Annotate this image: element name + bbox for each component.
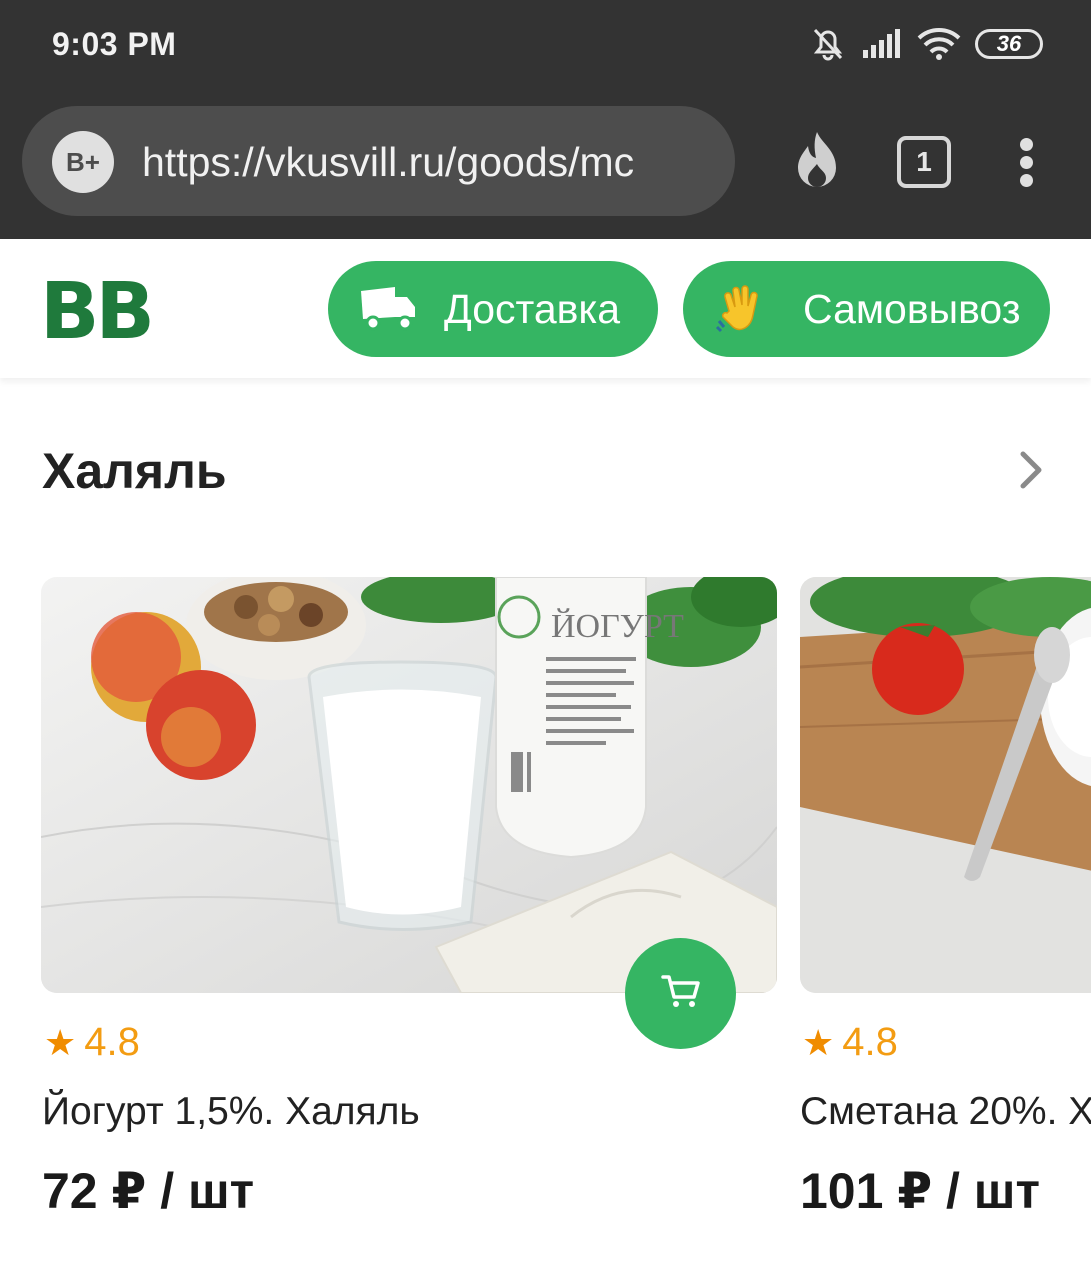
star-icon: ★ [802,1021,835,1063]
product-price: 101 ₽ / шт [800,1163,1040,1219]
mute-bell-icon [809,26,847,62]
product-price: 72 ₽ / шт [42,1163,255,1219]
cart-icon [660,973,701,1014]
add-to-cart-button[interactable] [625,938,736,1049]
section-title: Халяль [42,443,227,499]
site-header: BB Доставка Самовывоз [0,239,1091,378]
chevron-right-icon[interactable] [1018,450,1044,495]
battery-indicator: 36 [975,29,1043,59]
status-icons: 36 [809,26,1043,62]
delivery-label: Доставка [444,285,621,332]
delivery-truck-icon [358,279,418,339]
product-rating: ★ 4.8 [44,1020,140,1065]
url-text[interactable]: https://vkusvill.ru/goods/mc [142,136,697,188]
site-security-badge[interactable]: B+ [52,131,114,193]
product-image-sour-cream[interactable] [800,577,1091,993]
battery-level: 36 [996,31,1022,56]
product-rating: ★ 4.8 [802,1020,898,1065]
product-name[interactable]: Йогурт 1,5%. Халяль [42,1090,420,1134]
vkusvill-logo[interactable]: BB [40,273,155,351]
signal-icon [861,28,903,60]
rating-value: 4.8 [84,1020,140,1064]
delivery-button[interactable]: Доставка [328,261,658,357]
wifi-icon [917,27,961,61]
pickup-label: Самовывоз [803,285,1021,332]
star-icon: ★ [44,1021,77,1063]
rating-value: 4.8 [842,1020,898,1064]
product-name[interactable]: Сметана 20%. Х [800,1090,1091,1134]
more-menu-icon[interactable] [1020,138,1038,188]
address-bar[interactable]: B+ https://vkusvill.ru/goods/mc [22,106,735,216]
bottle-label: ЙОГУРТ [551,608,684,645]
product-image-yogurt[interactable]: ЙОГУРТ [41,577,777,993]
browser-chrome: 9:03 PM 36 B+ https://vkusvill.ru/goods/… [0,0,1091,239]
status-time: 9:03 PM [52,26,177,62]
pickup-button[interactable]: Самовывоз [683,261,1050,357]
flame-icon[interactable] [792,130,842,197]
screen: 9:03 PM 36 B+ https://vkusvill.ru/goods/… [0,0,1091,1280]
tab-switcher-button[interactable]: 1 [897,136,951,188]
waving-hand-icon [713,279,773,339]
